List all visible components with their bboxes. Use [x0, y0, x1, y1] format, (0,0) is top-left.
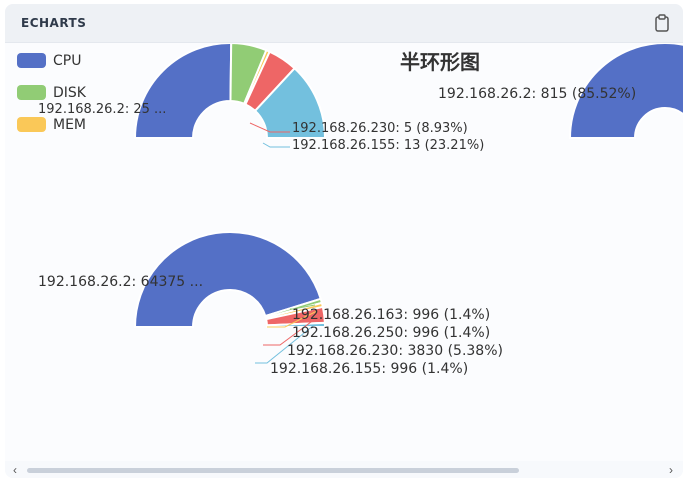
legend-swatch-mem	[17, 117, 46, 132]
chart1-slice-0	[133, 42, 233, 139]
chart2-label-0: 192.168.26.2: 815 (85.52%)	[438, 86, 636, 102]
scroll-thumb[interactable]	[27, 468, 519, 473]
chart1-label-0: 192.168.26.2: 25 ...	[38, 102, 166, 117]
legend-swatch-disk	[17, 85, 46, 100]
horizontal-scrollbar[interactable]: ‹ ›	[5, 462, 683, 478]
legend-swatch-cpu	[17, 53, 46, 68]
legend-label-disk: DISK	[53, 85, 87, 101]
chart1-label-1: 192.168.26.230: 5 (8.93%)	[292, 121, 468, 136]
chart1-leader-1	[262, 142, 290, 148]
chart3-label-0: 192.168.26.2: 64375 ...	[38, 274, 203, 290]
chart1-label-2: 192.168.26.155: 13 (23.21%)	[292, 138, 484, 153]
clipboard-icon[interactable]	[653, 13, 671, 33]
scroll-right-icon[interactable]: ›	[669, 463, 673, 477]
chart3-label-3: 192.168.26.230: 3830 (5.38%)	[287, 343, 503, 359]
chart-panel: ECHARTS 192.168.26.2: 25 ... 192.168.26.2…	[5, 4, 683, 478]
chart2-title: 半环形图	[400, 50, 480, 74]
scroll-left-icon[interactable]: ‹	[13, 463, 17, 477]
chart3-label-1: 192.168.26.163: 996 (1.4%)	[292, 307, 490, 323]
chart3-label-2: 192.168.26.250: 996 (1.4%)	[292, 325, 490, 341]
panel-title: ECHARTS	[21, 16, 87, 30]
legend-label-cpu: CPU	[53, 53, 81, 69]
chart-area: 192.168.26.2: 25 ... 192.168.26.230: 5 (8…	[5, 41, 683, 461]
chart3-label-4: 192.168.26.155: 996 (1.4%)	[270, 361, 468, 377]
chart-canvas: 192.168.26.2: 25 ... 192.168.26.230: 5 (8…	[17, 41, 683, 377]
panel-header: ECHARTS	[5, 4, 683, 43]
legend-label-mem: MEM	[53, 117, 86, 133]
